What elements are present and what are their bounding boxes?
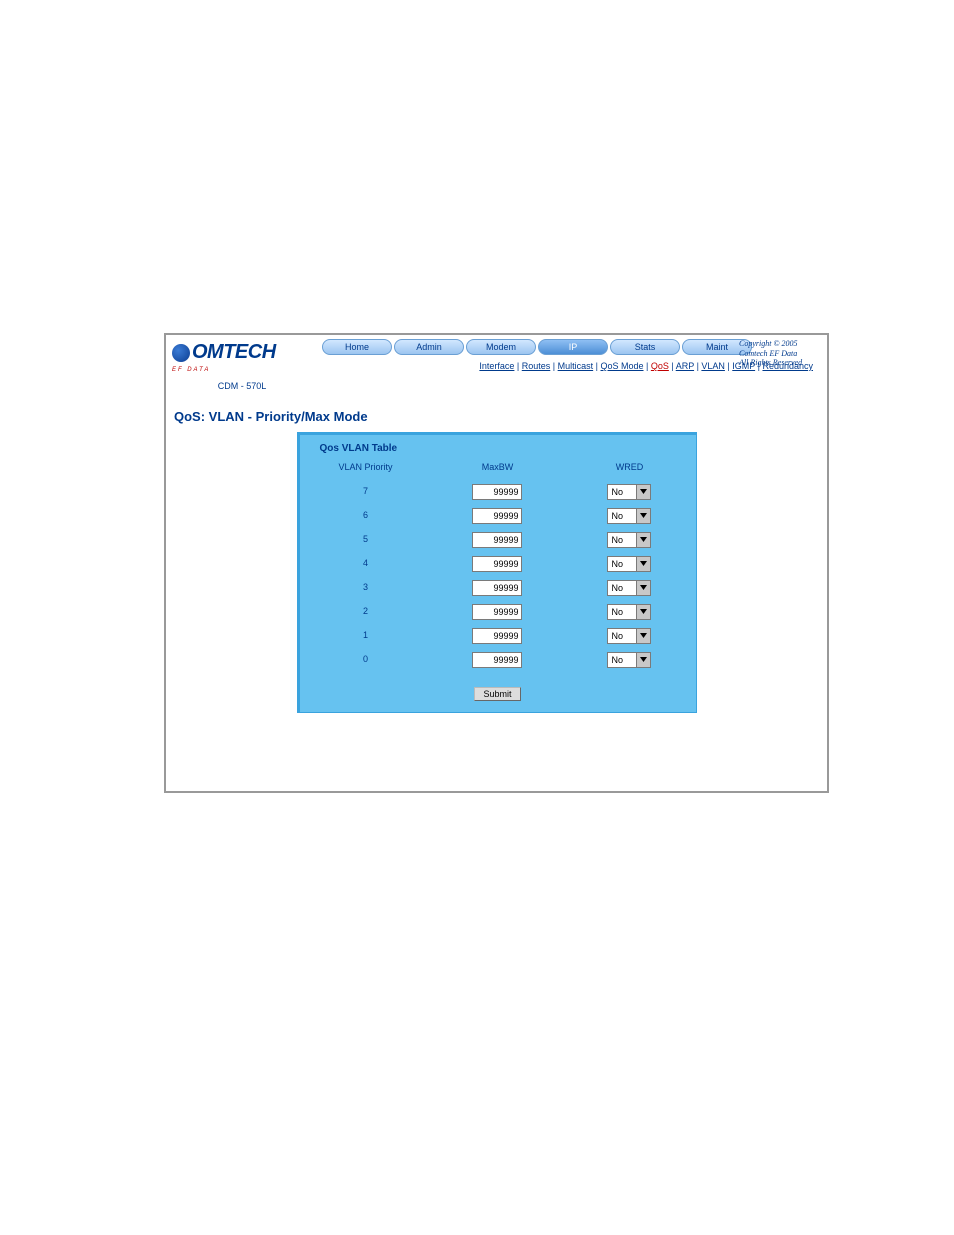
header-maxbw: MaxBW bbox=[432, 462, 564, 478]
wred-select[interactable]: No bbox=[607, 508, 651, 524]
nav-ip[interactable]: IP bbox=[538, 339, 608, 355]
top-bar: OMTECH EF DATA CDM - 570L Home Admin Mod… bbox=[166, 335, 827, 391]
priority-cell: 0 bbox=[302, 648, 430, 670]
copyright-line: All Rights Reserved bbox=[739, 358, 821, 368]
maxbw-input[interactable] bbox=[472, 652, 522, 668]
subnav-multicast[interactable]: Multicast bbox=[558, 361, 594, 371]
maxbw-cell bbox=[432, 648, 564, 670]
priority-cell: 7 bbox=[302, 480, 430, 502]
wred-value: No bbox=[608, 509, 636, 523]
maxbw-input[interactable] bbox=[472, 484, 522, 500]
maxbw-input[interactable] bbox=[472, 628, 522, 644]
wred-value: No bbox=[608, 605, 636, 619]
chevron-down-icon[interactable] bbox=[636, 509, 650, 523]
wred-value: No bbox=[608, 581, 636, 595]
maxbw-input[interactable] bbox=[472, 556, 522, 572]
maxbw-input[interactable] bbox=[472, 580, 522, 596]
chevron-down-icon[interactable] bbox=[636, 629, 650, 643]
wred-cell: No bbox=[565, 648, 693, 670]
wred-select[interactable]: No bbox=[607, 556, 651, 572]
maxbw-cell bbox=[432, 600, 564, 622]
wred-value: No bbox=[608, 533, 636, 547]
priority-cell: 2 bbox=[302, 600, 430, 622]
wred-cell: No bbox=[565, 576, 693, 598]
chevron-down-icon[interactable] bbox=[636, 557, 650, 571]
chevron-down-icon[interactable] bbox=[636, 485, 650, 499]
priority-cell: 4 bbox=[302, 552, 430, 574]
copyright-line: Comtech EF Data bbox=[739, 349, 821, 359]
chevron-down-icon[interactable] bbox=[636, 605, 650, 619]
priority-cell: 5 bbox=[302, 528, 430, 550]
maxbw-cell bbox=[432, 552, 564, 574]
priority-cell: 3 bbox=[302, 576, 430, 598]
wred-cell: No bbox=[565, 600, 693, 622]
header-wred: WRED bbox=[565, 462, 693, 478]
globe-icon bbox=[172, 344, 190, 362]
subnav-vlan[interactable]: VLAN bbox=[701, 361, 725, 371]
submit-button[interactable]: Submit bbox=[474, 687, 520, 701]
brand-tagline: EF DATA bbox=[172, 367, 312, 373]
maxbw-cell bbox=[432, 480, 564, 502]
wred-select[interactable]: No bbox=[607, 484, 651, 500]
brand-logo: OMTECH bbox=[172, 341, 276, 364]
wred-select[interactable]: No bbox=[607, 532, 651, 548]
wred-value: No bbox=[608, 557, 636, 571]
wred-select[interactable]: No bbox=[607, 652, 651, 668]
panel-title: Qos VLAN Table bbox=[300, 441, 696, 460]
wred-cell: No bbox=[565, 528, 693, 550]
chevron-down-icon[interactable] bbox=[636, 653, 650, 667]
maxbw-input[interactable] bbox=[472, 508, 522, 524]
brand-name: OMTECH bbox=[192, 341, 276, 364]
app-window: Copyright © 2005 Comtech EF Data All Rig… bbox=[164, 333, 829, 793]
copyright-block: Copyright © 2005 Comtech EF Data All Rig… bbox=[739, 339, 821, 368]
page-title: QoS: VLAN - Priority/Max Mode bbox=[174, 409, 827, 424]
wred-value: No bbox=[608, 653, 636, 667]
table-row: 4 No bbox=[302, 552, 694, 574]
table-row: 1 No bbox=[302, 624, 694, 646]
wred-cell: No bbox=[565, 624, 693, 646]
subnav-qos-mode[interactable]: QoS Mode bbox=[600, 361, 643, 371]
logo-block: OMTECH EF DATA CDM - 570L bbox=[172, 339, 312, 391]
model-label: CDM - 570L bbox=[172, 381, 312, 391]
priority-cell: 6 bbox=[302, 504, 430, 526]
maxbw-input[interactable] bbox=[472, 604, 522, 620]
maxbw-input[interactable] bbox=[472, 532, 522, 548]
wred-select[interactable]: No bbox=[607, 604, 651, 620]
table-row: 2 No bbox=[302, 600, 694, 622]
maxbw-cell bbox=[432, 528, 564, 550]
table-row: 6 No bbox=[302, 504, 694, 526]
wred-select[interactable]: No bbox=[607, 580, 651, 596]
wred-select[interactable]: No bbox=[607, 628, 651, 644]
maxbw-cell bbox=[432, 624, 564, 646]
nav-admin[interactable]: Admin bbox=[394, 339, 464, 355]
wred-value: No bbox=[608, 485, 636, 499]
priority-cell: 1 bbox=[302, 624, 430, 646]
wred-value: No bbox=[608, 629, 636, 643]
copyright-line: Copyright © 2005 bbox=[739, 339, 821, 349]
wred-cell: No bbox=[565, 504, 693, 526]
nav-home[interactable]: Home bbox=[322, 339, 392, 355]
qos-vlan-panel: Qos VLAN Table VLAN Priority MaxBW WRED … bbox=[297, 432, 697, 713]
subnav-interface[interactable]: Interface bbox=[479, 361, 514, 371]
maxbw-cell bbox=[432, 504, 564, 526]
vlan-table: VLAN Priority MaxBW WRED 7 No 6 No 5 No 4 No 3 No… bbox=[300, 460, 696, 672]
table-row: 0 No bbox=[302, 648, 694, 670]
nav-modem[interactable]: Modem bbox=[466, 339, 536, 355]
chevron-down-icon[interactable] bbox=[636, 533, 650, 547]
table-row: 7 No bbox=[302, 480, 694, 502]
subnav-qos[interactable]: QoS bbox=[651, 361, 669, 371]
subnav-arp[interactable]: ARP bbox=[676, 361, 694, 371]
subnav-routes[interactable]: Routes bbox=[522, 361, 551, 371]
table-row: 3 No bbox=[302, 576, 694, 598]
chevron-down-icon[interactable] bbox=[636, 581, 650, 595]
wred-cell: No bbox=[565, 480, 693, 502]
maxbw-cell bbox=[432, 576, 564, 598]
nav-stats[interactable]: Stats bbox=[610, 339, 680, 355]
table-row: 5 No bbox=[302, 528, 694, 550]
header-priority: VLAN Priority bbox=[302, 462, 430, 478]
wred-cell: No bbox=[565, 552, 693, 574]
